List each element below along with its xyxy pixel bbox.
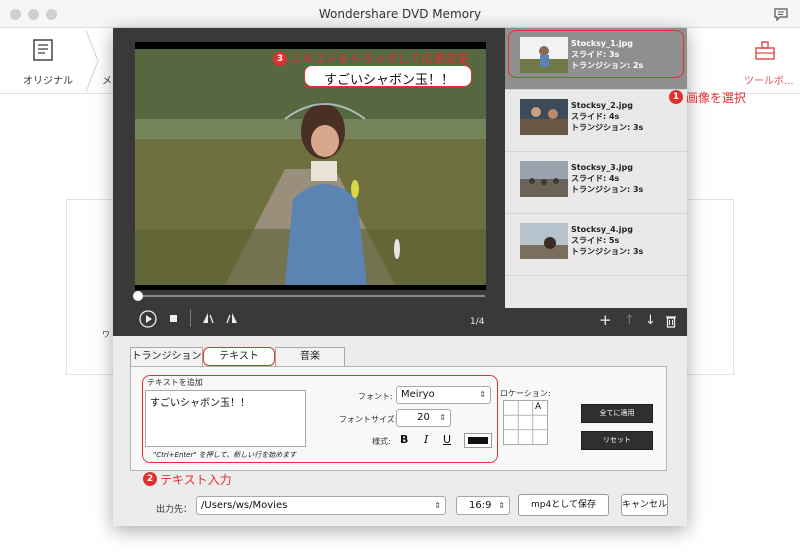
underline-button[interactable]: U xyxy=(443,433,451,446)
location-label: ロケーション: xyxy=(500,389,551,398)
toolbar-original-label: オリジナル xyxy=(23,76,73,87)
app-window: Wondershare DVD Memory オリジナル メ ツールボ... ワ xyxy=(0,0,800,554)
select-arrows-icon: ⇕ xyxy=(439,413,446,422)
font-select-value: Meiryo xyxy=(401,389,435,400)
add-icon[interactable]: + xyxy=(599,311,612,329)
slide-transition: トランジション: 3s xyxy=(571,247,644,256)
slide-list-item[interactable]: Stocksy_3.jpg スライド: 4s トランジション: 3s xyxy=(505,152,687,214)
bold-button[interactable]: B xyxy=(400,433,408,446)
slide-list-item[interactable]: Stocksy_2.jpg スライド: 4s トランジション: 3s xyxy=(505,90,687,152)
font-size-label: フォントサイズ: xyxy=(339,415,398,424)
text-color-swatch xyxy=(468,437,488,444)
slide-name: Stocksy_4.jpg xyxy=(571,225,633,234)
toolbar-hidden-label-stub: メ xyxy=(102,76,112,87)
slide-list-item[interactable]: Stocksy_4.jpg スライド: 5s トランジション: 3s xyxy=(505,214,687,276)
annotation-1-badge: 1 xyxy=(669,90,683,104)
newline-hint: "Ctrl+Enter" を押して、新しい行を始めます xyxy=(153,451,297,459)
move-down-icon[interactable]: ↓ xyxy=(645,313,656,328)
location-grid[interactable]: A xyxy=(503,400,548,445)
save-mp4-button[interactable]: mp4として保存 xyxy=(518,494,609,516)
font-label: フォント: xyxy=(358,392,393,401)
style-label: 様式: xyxy=(372,437,391,446)
tab-text[interactable]: テキスト xyxy=(203,347,275,366)
apply-to-all-button[interactable]: 全てに適用 xyxy=(581,404,653,423)
slide-info: Stocksy_2.jpg スライド: 4s トランジション: 3s xyxy=(571,100,643,133)
annotation-1-text: 画像を選択 xyxy=(686,91,747,105)
stop-icon[interactable] xyxy=(170,315,177,322)
preview-overlay-text-box[interactable]: すごいシャボン玉！！ xyxy=(304,65,472,88)
cancel-button[interactable]: キャンセル xyxy=(621,494,668,516)
toolbar-toolbox-button[interactable]: ツールボ... xyxy=(734,34,794,90)
annotation-2-text: テキスト入力 xyxy=(160,473,232,487)
select-arrows-icon: ⇕ xyxy=(434,501,441,510)
select-arrows-icon: ⇕ xyxy=(479,390,486,399)
toolbar-original-button[interactable]: オリジナル xyxy=(14,34,78,90)
slide-duration: スライド: 4s xyxy=(571,112,620,121)
controls-divider xyxy=(190,309,191,327)
font-size-value: 20 xyxy=(417,412,430,423)
aspect-ratio-value: 16:9 xyxy=(469,500,492,511)
toolbox-icon xyxy=(755,41,775,60)
rotate-right-icon[interactable] xyxy=(225,311,239,325)
aspect-ratio-select[interactable]: 16:9 ⇕ xyxy=(456,496,510,515)
select-arrows-icon: ⇕ xyxy=(498,501,505,510)
document-icon xyxy=(33,39,53,61)
background-stub-text: ワ xyxy=(102,330,110,339)
slide-thumbnail xyxy=(520,161,568,197)
slide-transition: トランジション: 3s xyxy=(571,123,644,132)
slide-name: Stocksy_2.jpg xyxy=(571,101,633,110)
preview-overlay-text: すごいシャボン玉！！ xyxy=(323,73,454,88)
tab-music[interactable]: 音楽 xyxy=(275,347,345,366)
window-title: Wondershare DVD Memory xyxy=(318,7,482,21)
annotation-3-badge: 3 xyxy=(273,52,287,66)
output-path-select[interactable]: /Users/ws/Movies ⇕ xyxy=(196,496,446,515)
output-path-value: /Users/ws/Movies xyxy=(201,500,288,511)
add-text-group-label: テキストを追加 xyxy=(147,378,203,387)
reset-button[interactable]: リセット xyxy=(581,431,653,450)
font-size-select[interactable]: 20 ⇕ xyxy=(396,409,451,427)
text-color-picker[interactable] xyxy=(464,433,492,448)
slide-list-toolbar xyxy=(505,308,687,336)
move-up-icon[interactable]: ↑ xyxy=(624,313,635,328)
italic-button[interactable]: I xyxy=(424,433,428,446)
toolbar-toolbox-label: ツールボ... xyxy=(744,76,794,87)
slide-thumbnail xyxy=(520,99,568,135)
slide-duration: スライド: 4s xyxy=(571,174,620,183)
rotate-left-icon[interactable] xyxy=(201,311,215,325)
font-select[interactable]: Meiryo ⇕ xyxy=(396,386,491,404)
slide-info: Stocksy_4.jpg スライド: 5s トランジション: 3s xyxy=(571,224,643,257)
play-icon[interactable] xyxy=(139,310,157,328)
trash-icon[interactable] xyxy=(665,315,677,328)
annotation-2-badge: 2 xyxy=(143,472,157,486)
preview-scrubber-track[interactable] xyxy=(137,295,485,297)
slide-duration: スライド: 5s xyxy=(571,236,620,245)
text-input-value: すごいシャボン玉！！ xyxy=(150,398,250,409)
annotation-1-frame xyxy=(508,30,684,78)
tab-transition[interactable]: トランジション xyxy=(130,347,203,366)
slide-info: Stocksy_3.jpg スライド: 4s トランジション: 3s xyxy=(571,162,643,195)
slide-transition: トランジション: 3s xyxy=(571,185,644,194)
slide-thumbnail xyxy=(520,223,568,259)
location-marker: A xyxy=(535,402,542,412)
slide-name: Stocksy_3.jpg xyxy=(571,163,633,172)
preview-scrubber-handle[interactable] xyxy=(133,291,143,301)
output-label: 出力先： xyxy=(156,505,193,515)
text-input-area[interactable]: すごいシャボン玉！！ xyxy=(145,390,306,447)
breadcrumb-chevron-icon xyxy=(85,29,99,93)
chat-icon[interactable] xyxy=(774,8,788,21)
slide-counter: 1/4 xyxy=(470,317,485,327)
